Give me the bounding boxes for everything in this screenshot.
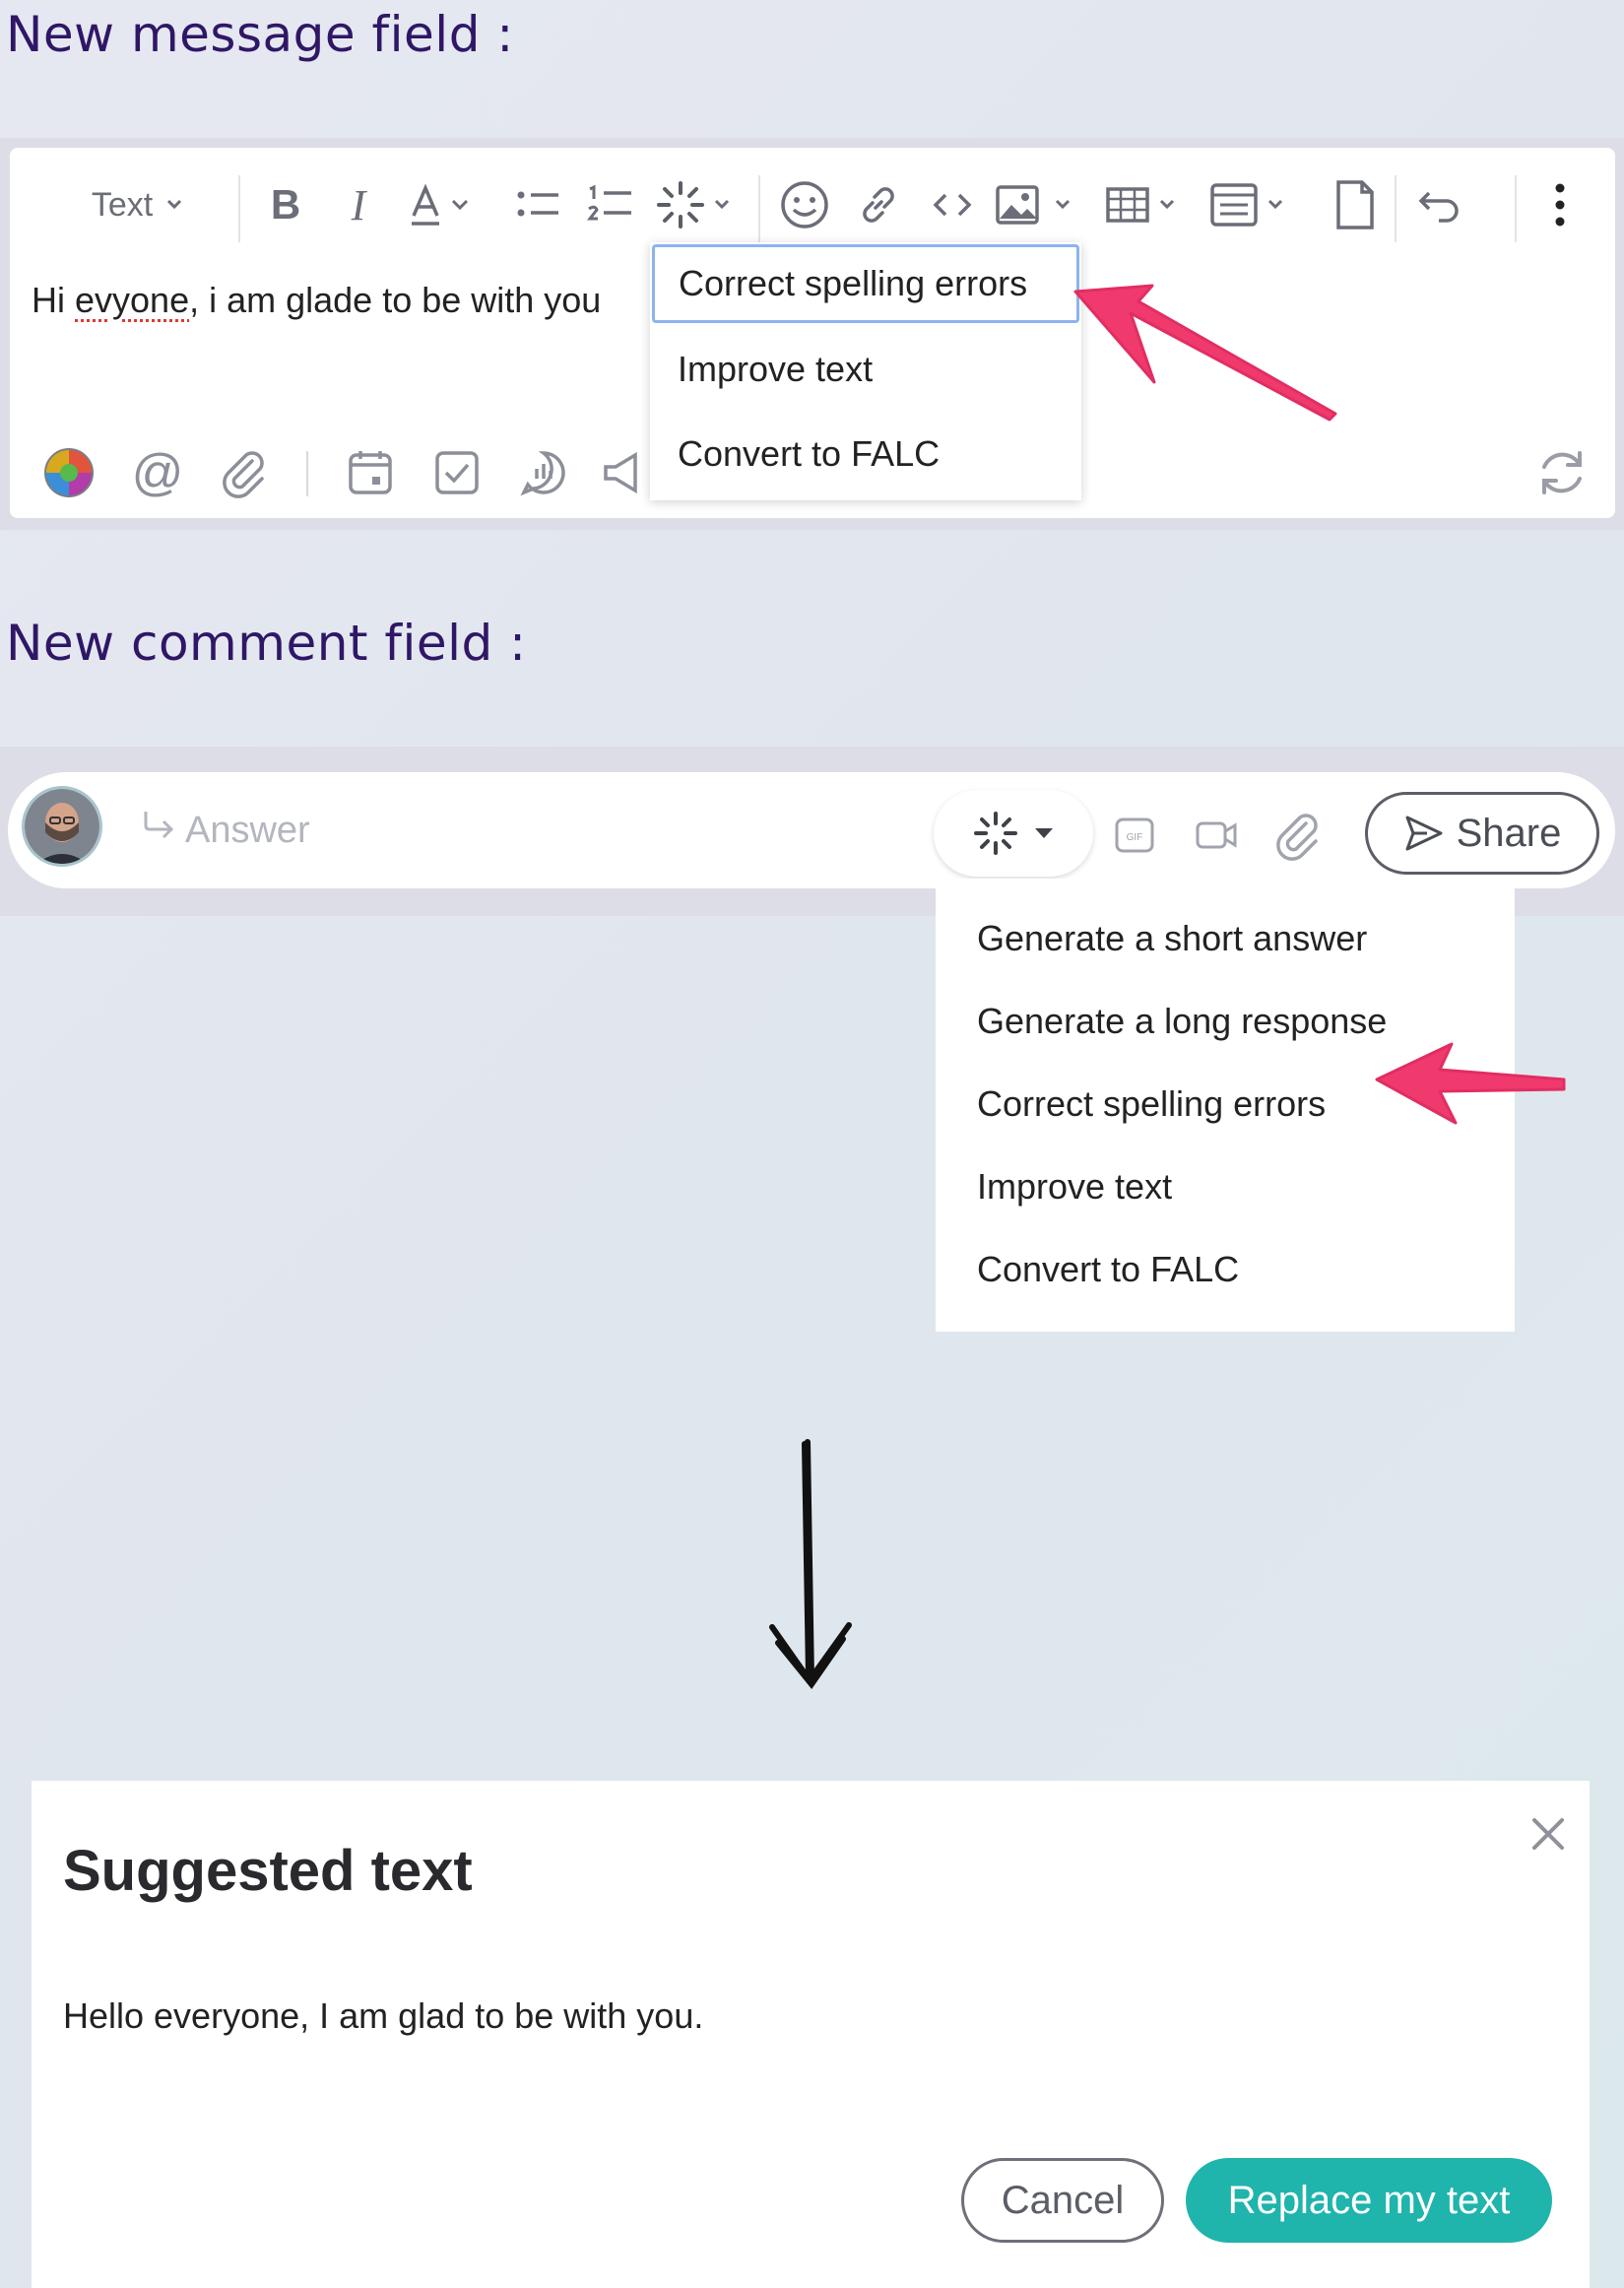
replace-text-button[interactable]: Replace my text (1186, 2158, 1552, 2243)
cancel-button[interactable]: Cancel (961, 2158, 1164, 2243)
annotation-arrow-icon (1073, 284, 1337, 422)
suggested-text: Hello everyone, I am glad to be with you… (63, 1995, 704, 2036)
down-arrow-icon (769, 1439, 852, 1689)
close-icon (1532, 1818, 1564, 1850)
dialog-title: Suggested text (63, 1839, 473, 1903)
close-button[interactable] (1523, 1808, 1574, 1860)
annotation-arrow-icon (1375, 1042, 1566, 1125)
